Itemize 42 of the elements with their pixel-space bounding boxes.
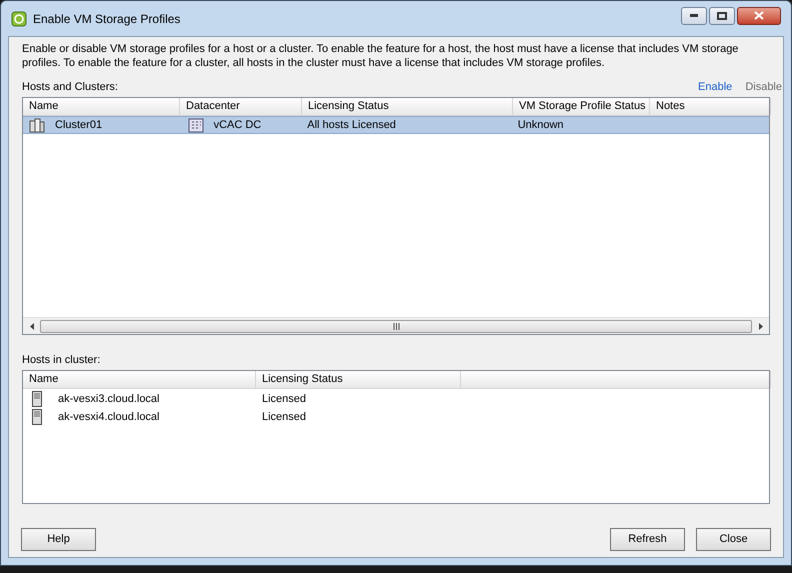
app-icon	[11, 10, 27, 26]
minimize-button[interactable]	[681, 6, 707, 24]
window-title: Enable VM Storage Profiles	[33, 10, 180, 28]
scrollbar-thumb[interactable]	[40, 320, 752, 332]
table-cell: All hosts Licensed	[307, 118, 396, 131]
column-header[interactable]: Licensing Status	[256, 371, 461, 388]
table-cell-text: ak-vesxi4.cloud.local	[58, 410, 160, 425]
table-cell: Unknown	[518, 118, 564, 131]
server-icon	[32, 409, 42, 425]
scroll-left-icon	[30, 322, 34, 330]
table-cell: Licensed	[262, 410, 306, 423]
table-row[interactable]: ak-vesxi4.cloud.local Licensed	[23, 408, 769, 426]
column-header[interactable]: Name	[23, 371, 256, 388]
column-header[interactable]: Datacenter	[180, 98, 302, 115]
cluster-icon	[29, 117, 45, 133]
table-cell-text: vCAC DC	[214, 118, 262, 133]
server-icon	[32, 391, 42, 407]
column-header[interactable]: Notes	[650, 98, 771, 115]
column-header[interactable]: Name	[23, 98, 180, 115]
table-cell-text: ak-vesxi3.cloud.local	[58, 392, 160, 407]
scroll-right-icon	[758, 322, 762, 330]
table-row[interactable]: Cluster01 vCAC DC All hosts Licensed Unknown	[23, 116, 769, 134]
maximize-icon	[717, 12, 727, 20]
table-cell-text: Cluster01	[55, 118, 102, 133]
table-row[interactable]: ak-vesxi3.cloud.local Licensed	[23, 390, 769, 408]
column-header[interactable]: VM Storage Profile Status	[513, 98, 650, 115]
maximize-button[interactable]	[709, 6, 735, 24]
horizontal-scrollbar[interactable]	[23, 317, 769, 334]
dialog-button[interactable]: Close	[696, 528, 771, 551]
dialog-button[interactable]: Help	[21, 528, 96, 551]
section-label: Hosts and Clusters:	[22, 80, 118, 94]
action-link[interactable]: Enable	[698, 78, 732, 95]
section-label: Hosts in cluster:	[22, 353, 102, 366]
dialog-button[interactable]: Refresh	[610, 528, 685, 551]
minimize-icon	[690, 14, 698, 17]
grip-icon	[392, 322, 400, 330]
close-icon	[754, 11, 764, 20]
column-header[interactable]: Licensing Status	[302, 98, 513, 115]
description-text: Enable or disable VM storage profiles for a host or a cluster. To enable the feature for a host, the host must have a license that includes VM storage profiles. To enable the feature for a cluster, all hosts in the cluster must have a license that includes VM storage profiles.	[22, 42, 740, 70]
building-icon	[188, 117, 204, 133]
close-button[interactable]	[737, 6, 781, 24]
table-cell: Licensed	[262, 392, 306, 405]
